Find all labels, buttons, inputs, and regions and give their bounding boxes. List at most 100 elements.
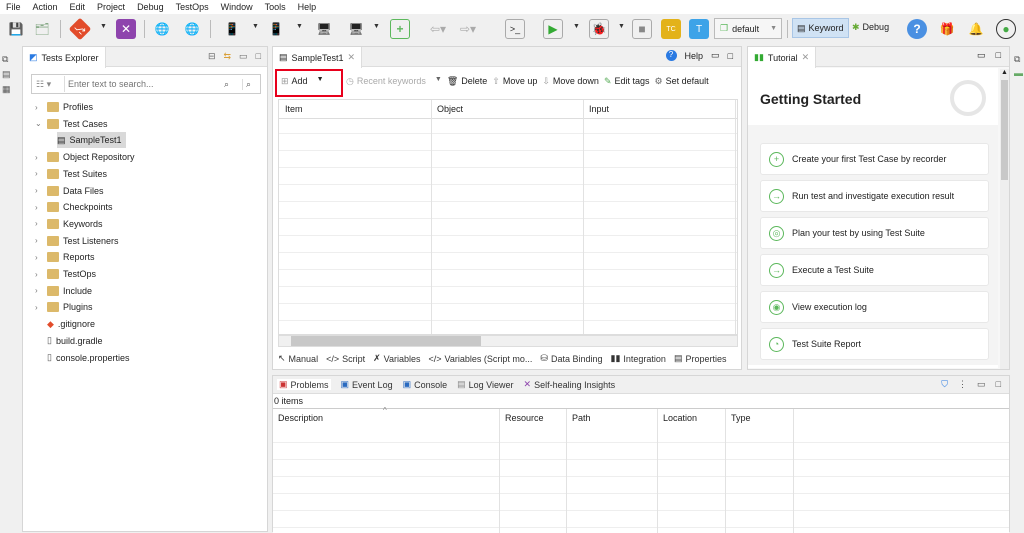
tab-data-binding[interactable]: ⛁ Data Binding	[540, 353, 602, 364]
column-location[interactable]: Location	[663, 413, 697, 423]
chevron-right-icon[interactable]: ›	[35, 169, 43, 178]
run-icon[interactable]: ▶	[543, 19, 563, 39]
column-description[interactable]: Description	[278, 413, 323, 423]
git-icon[interactable]: ⎇	[68, 17, 92, 41]
move-up-button[interactable]: ⇧ Move up	[492, 76, 537, 87]
minimize-icon[interactable]: ▭	[977, 50, 986, 61]
chevron-right-icon[interactable]: ›	[35, 186, 43, 195]
link-editor-icon[interactable]: ⇆	[224, 51, 232, 62]
tree-item[interactable]: › Plugins	[35, 299, 93, 315]
tab-tests-explorer[interactable]: ◩ Tests Explorer	[23, 47, 106, 68]
maximize-icon[interactable]: □	[996, 50, 1001, 61]
search-icon[interactable]: ⌕	[224, 79, 242, 90]
maximize-icon[interactable]: □	[996, 379, 1001, 390]
more-icon[interactable]: ⋮	[958, 379, 967, 390]
web-spy-icon[interactable]: 🌐	[152, 19, 172, 39]
desktop-record-icon[interactable]: 🖥	[346, 19, 366, 39]
chevron-right-icon[interactable]: ›	[35, 236, 43, 245]
tree-item[interactable]: › Keywords	[35, 216, 103, 232]
tree-item[interactable]: ▯ build.gradle	[35, 333, 103, 349]
tutorial-card[interactable]: → Execute a Test Suite	[760, 254, 989, 286]
account-icon[interactable]: ●	[996, 19, 1016, 39]
minimize-icon[interactable]: ▭	[711, 50, 720, 61]
tab-manual[interactable]: ↖ Manual	[278, 353, 318, 364]
restore-icon[interactable]: ⧉	[1014, 52, 1023, 66]
set-default-button[interactable]: ⚙ Set default	[655, 76, 709, 87]
minimize-icon[interactable]: ▭	[239, 51, 248, 62]
delete-button[interactable]: 🗑 Delete	[447, 76, 487, 87]
stop-icon[interactable]: ■	[632, 19, 652, 39]
tree-item[interactable]: › Object Repository	[35, 149, 135, 165]
horizontal-scrollbar[interactable]	[278, 335, 738, 347]
tree-item[interactable]: › Test Listeners	[35, 233, 119, 249]
tab-problems[interactable]: ▣ Problems	[277, 379, 331, 390]
view-icon[interactable]: ▬	[1014, 66, 1023, 80]
tab-console[interactable]: ▣ Console	[403, 379, 448, 390]
chevron-right-icon[interactable]: ›	[35, 303, 43, 312]
object-repo-icon[interactable]: ▤	[2, 67, 11, 82]
chevron-right-icon[interactable]: ›	[35, 153, 43, 162]
chevron-right-icon[interactable]: ›	[35, 103, 43, 112]
testcloud-icon[interactable]: TC	[661, 19, 681, 39]
testops-icon[interactable]: T	[689, 19, 709, 39]
tree-item[interactable]: › Include	[35, 283, 92, 299]
menu-help[interactable]: Help	[292, 0, 323, 14]
tutorial-card[interactable]: ◔ Test Suite Report	[760, 328, 989, 360]
close-icon[interactable]: ✕	[802, 52, 810, 63]
column-resource[interactable]: Resource	[505, 413, 544, 423]
table-icon[interactable]: ▦	[2, 82, 11, 97]
maximize-icon[interactable]: □	[728, 51, 733, 61]
save-icon[interactable]: 💾	[6, 19, 26, 39]
keyword-perspective-button[interactable]: ▤ Keyword	[792, 18, 849, 38]
debug-run-icon[interactable]: 🐞	[589, 19, 609, 39]
filter-icon[interactable]: ☷ ▾	[32, 79, 64, 90]
menu-testops[interactable]: TestOps	[170, 0, 215, 14]
column-object[interactable]: Object	[437, 104, 463, 114]
tutorial-card[interactable]: ◎ Plan your test by using Test Suite	[760, 217, 989, 249]
chevron-down-icon[interactable]: ▼	[317, 76, 324, 87]
collapse-all-icon[interactable]: ⊟	[208, 51, 216, 62]
terminal-icon[interactable]: >_	[505, 19, 525, 39]
column-path[interactable]: Path	[572, 413, 591, 423]
chevron-right-icon[interactable]: ›	[35, 219, 43, 228]
save-all-icon[interactable]: 🗂	[32, 19, 52, 39]
tutorial-card[interactable]: + Create your first Test Case by recorder	[760, 143, 989, 175]
add-button[interactable]: ⊞ Add ▼	[281, 76, 341, 87]
forward-icon[interactable]: ⇨▾	[448, 19, 488, 39]
menu-project[interactable]: Project	[91, 0, 131, 14]
tab-self-healing-insights[interactable]: ✕ Self-healing Insights	[524, 379, 616, 390]
mobile-spy-icon[interactable]: 📱	[222, 19, 242, 39]
menu-action[interactable]: Action	[27, 0, 64, 14]
tab-properties[interactable]: ▤ Properties	[674, 353, 727, 364]
bell-icon[interactable]: 🔔	[966, 19, 986, 39]
tab-sampletest1[interactable]: ▤ SampleTest1 ✕	[273, 47, 363, 68]
vertical-scrollbar[interactable]: ▲	[1000, 69, 1009, 369]
tutorial-card[interactable]: ◉ View execution log	[760, 291, 989, 323]
chevron-down-icon[interactable]: ⌄	[35, 119, 43, 128]
tree-item[interactable]: ◆ .gitignore	[35, 316, 95, 332]
tree-item[interactable]: ▯ console.properties	[35, 350, 130, 366]
search-input[interactable]	[64, 76, 224, 92]
column-type[interactable]: Type	[731, 413, 751, 423]
tutorial-card[interactable]: → Run test and investigate execution resu…	[760, 180, 989, 212]
edit-tags-button[interactable]: ✎ Edit tags	[604, 76, 650, 87]
help-icon[interactable]: ?	[907, 19, 927, 39]
menu-file[interactable]: File	[0, 0, 27, 14]
menu-edit[interactable]: Edit	[64, 0, 92, 14]
tab-event-log[interactable]: ▣ Event Log	[341, 379, 393, 390]
tab-integration[interactable]: ▮▮ Integration	[611, 353, 666, 364]
tree-item[interactable]: › Test Suites	[35, 166, 107, 182]
tree-item[interactable]: › TestOps	[35, 266, 96, 282]
debug-perspective-button[interactable]: ✱ Debug	[852, 22, 889, 33]
tab-tutorial[interactable]: ▮▮ Tutorial ✕	[748, 47, 817, 68]
tab-variables[interactable]: ✗ Variables	[373, 353, 420, 364]
restore-icon[interactable]: ⧉	[2, 52, 11, 67]
gift-icon[interactable]: 🎁	[937, 19, 957, 39]
tab-log-viewer[interactable]: ▤ Log Viewer	[457, 379, 513, 390]
web-record-icon[interactable]: 🌐	[182, 19, 202, 39]
tree-item[interactable]: › Reports	[35, 249, 95, 265]
new-icon[interactable]: +	[390, 19, 410, 39]
column-item[interactable]: Item	[285, 104, 303, 114]
advanced-search-icon[interactable]: ⌕	[242, 78, 260, 90]
filter-icon[interactable]: ⛉	[941, 379, 948, 390]
